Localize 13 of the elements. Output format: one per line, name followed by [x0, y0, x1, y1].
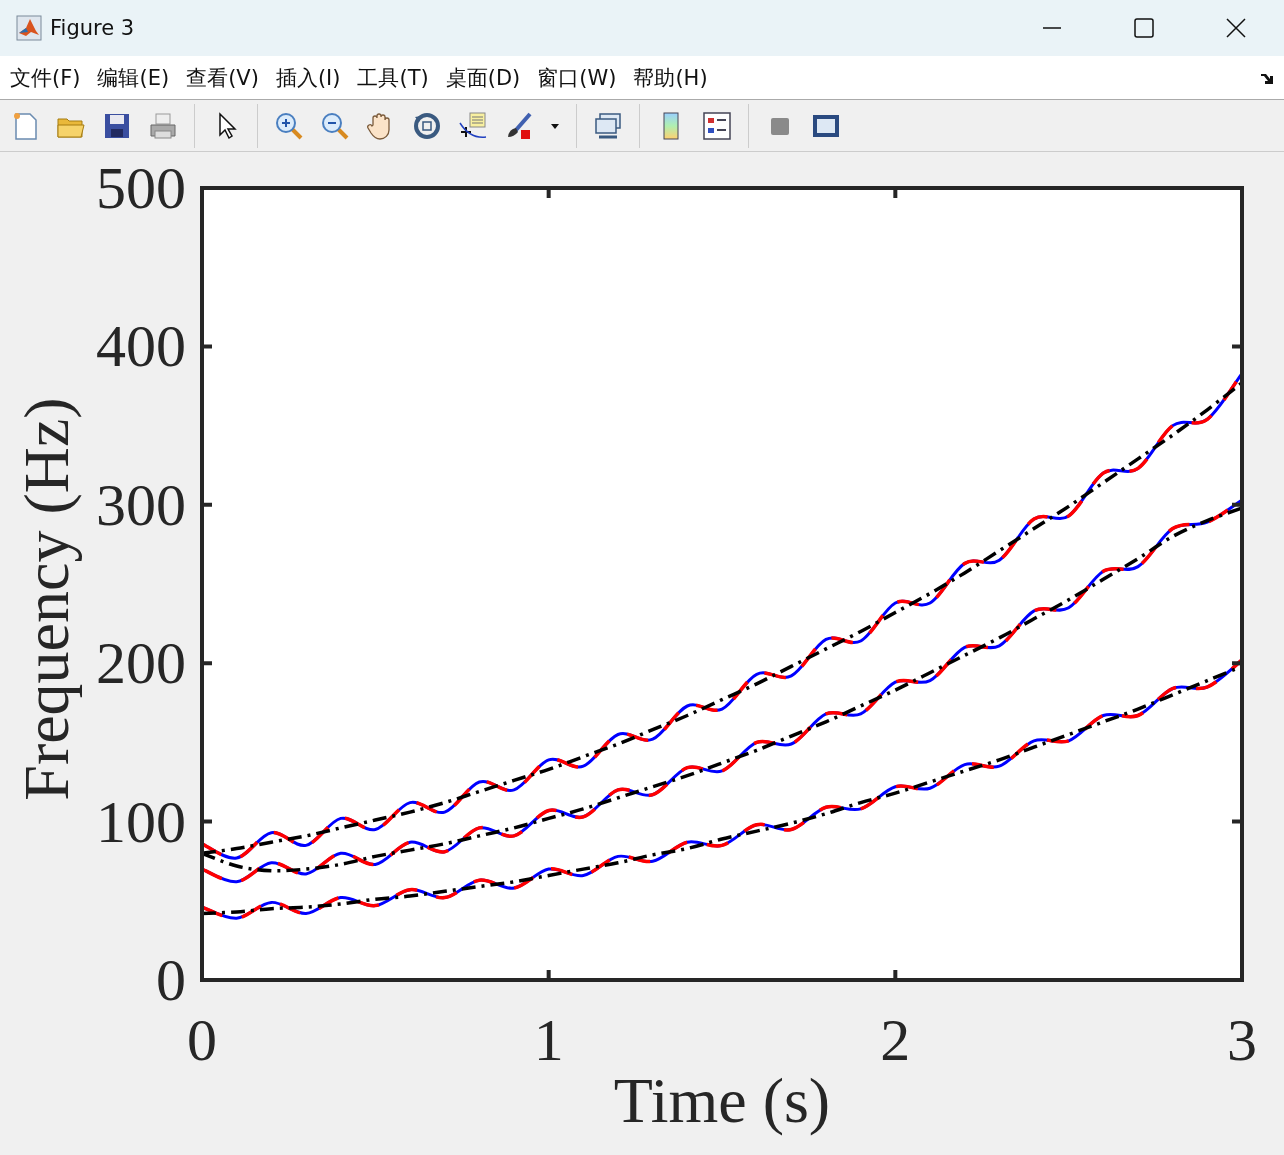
x-tick-label: 2: [880, 1007, 911, 1073]
x-tick-label: 1: [533, 1007, 564, 1073]
y-tick-label: 0: [156, 947, 186, 1013]
x-tick-label: 0: [187, 1007, 217, 1073]
y-tick-label: 400: [96, 313, 186, 380]
window-title: Figure 3: [50, 16, 135, 40]
y-axis-label: Frequency (Hz): [11, 397, 82, 801]
y-tick-label: 200: [96, 630, 186, 697]
y-tick-label: 100: [96, 788, 186, 855]
y-tick-label: 300: [96, 471, 186, 538]
x-axis-label: Time (s): [613, 1065, 831, 1136]
x-tick-label: 3: [1227, 1007, 1257, 1073]
y-tick-label: 500: [96, 155, 186, 221]
